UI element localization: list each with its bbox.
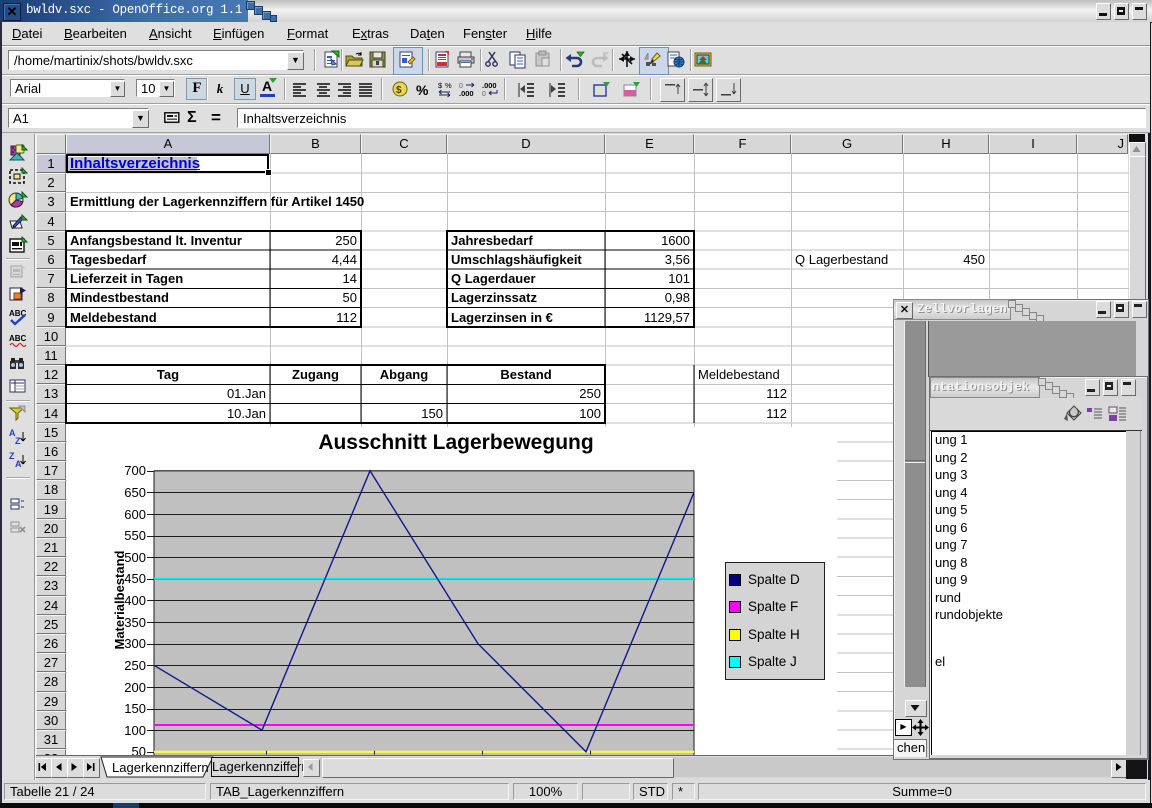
svg-text:Lagerkennziffern: Lagerkennziffern — [112, 760, 209, 775]
